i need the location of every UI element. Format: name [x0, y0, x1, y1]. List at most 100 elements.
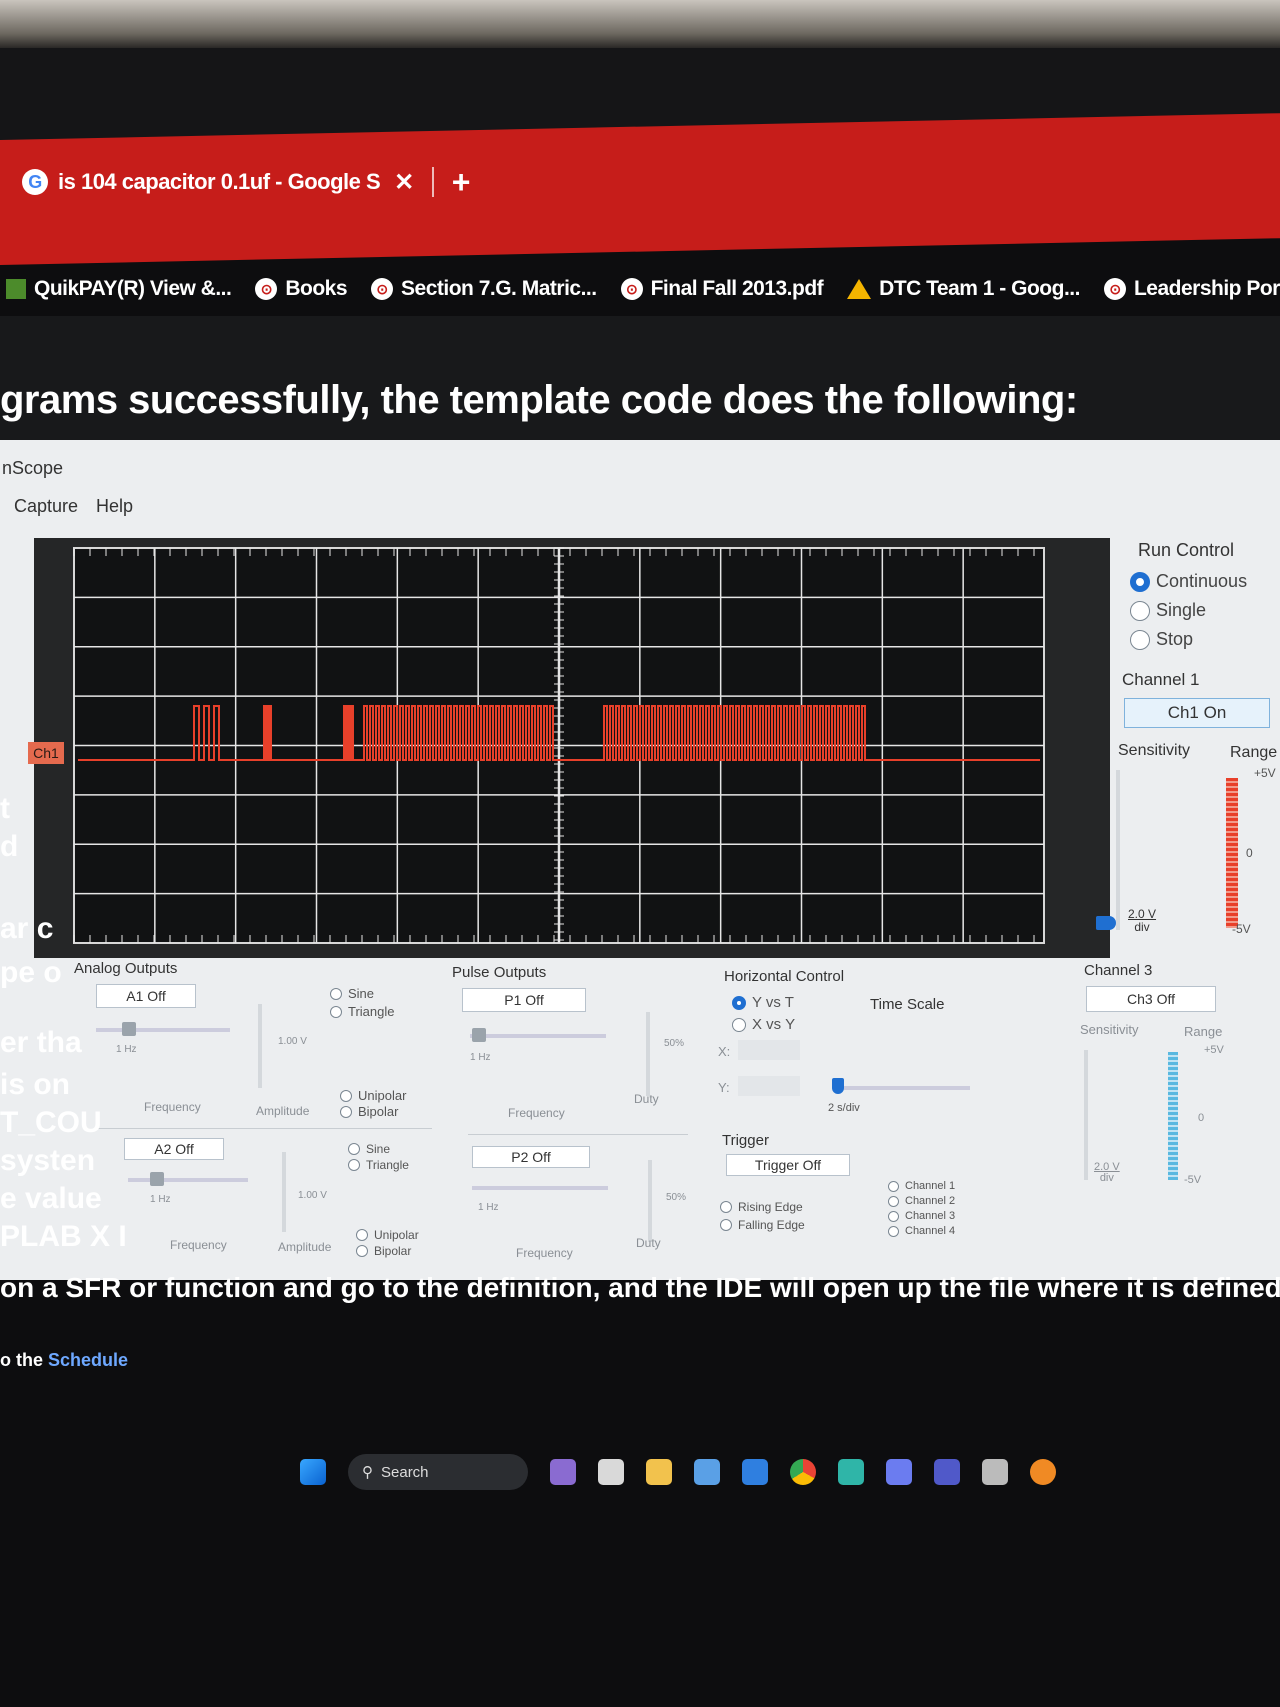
- radio-y-vs-t[interactable]: Y vs T: [732, 994, 794, 1011]
- bookmark-quikpay[interactable]: QuikPAY(R) View &...: [6, 277, 232, 301]
- p1-frequency-knob[interactable]: [472, 1028, 486, 1042]
- a2-frequency-slider[interactable]: [128, 1178, 248, 1182]
- radio-rising-edge[interactable]: Rising Edge: [720, 1200, 803, 1214]
- x-select[interactable]: [738, 1040, 800, 1060]
- ch1-sensitivity-slider[interactable]: [1116, 770, 1120, 930]
- run-control-panel: Run Control Continuous Single Stop: [1130, 540, 1280, 650]
- radio-trigger-channel4[interactable]: Channel 4: [888, 1225, 955, 1237]
- taskview-icon[interactable]: [598, 1459, 624, 1485]
- bookmark-final-fall[interactable]: ⊙ Final Fall 2013.pdf: [620, 277, 824, 301]
- store-icon[interactable]: [694, 1459, 720, 1485]
- a2-amplitude-slider[interactable]: [282, 1152, 286, 1232]
- schedule-link[interactable]: Schedule: [48, 1350, 128, 1370]
- new-tab-icon[interactable]: +: [452, 164, 471, 201]
- ch1-sensitivity-label: Sensitivity: [1118, 742, 1191, 759]
- radio-x-vs-y[interactable]: X vs Y: [732, 1016, 795, 1033]
- radio-single[interactable]: Single: [1130, 600, 1280, 621]
- copilot-icon[interactable]: [550, 1459, 576, 1485]
- radio-trigger-channel3[interactable]: Channel 3: [888, 1210, 955, 1222]
- bookmark-leadership-portal[interactable]: ⊙Leadership Portal: [1103, 277, 1280, 301]
- p2-off-button[interactable]: P2 Off: [472, 1146, 590, 1168]
- ch3-sensitivity-readout: 2.0 Vdiv: [1094, 1161, 1120, 1184]
- a1-frequency-knob[interactable]: [122, 1022, 136, 1036]
- taskbar: ⚲ Search: [300, 1440, 1200, 1504]
- ch1-marker[interactable]: Ch1: [28, 742, 64, 764]
- analog-divider: [96, 1128, 432, 1129]
- menu-capture[interactable]: Capture: [14, 496, 78, 517]
- bookmark-dtc-team[interactable]: DTC Team 1 - Goog...: [847, 277, 1080, 301]
- ch1-sensitivity-knob[interactable]: [1096, 916, 1116, 930]
- p1-duty-label: Duty: [634, 1092, 659, 1106]
- search-icon: ⚲: [362, 1464, 373, 1481]
- ch1-range-bar[interactable]: [1226, 778, 1238, 928]
- globe-icon: ⊙: [620, 278, 643, 300]
- radio-continuous[interactable]: Continuous: [1130, 571, 1280, 592]
- taskbar-search[interactable]: ⚲ Search: [348, 1454, 528, 1490]
- tab-separator: [431, 167, 434, 197]
- a1-radio-sine[interactable]: Sine: [330, 986, 374, 1001]
- a1-radio-triangle[interactable]: Triangle: [330, 1004, 394, 1019]
- menu-help[interactable]: Help: [96, 496, 133, 517]
- windows-start-icon[interactable]: [300, 1459, 326, 1485]
- app-icon-3[interactable]: [1030, 1459, 1056, 1485]
- a2-frequency-label: Frequency: [170, 1238, 227, 1252]
- mail-icon[interactable]: [742, 1459, 768, 1485]
- a2-radio-sine[interactable]: Sine: [348, 1142, 390, 1156]
- discord-icon[interactable]: [886, 1459, 912, 1485]
- a1-frequency-value: 1 Hz: [116, 1044, 137, 1055]
- p2-duty-slider[interactable]: [648, 1160, 652, 1242]
- teams-icon[interactable]: [934, 1459, 960, 1485]
- a1-frequency-slider[interactable]: [96, 1028, 230, 1032]
- ch3-range-bar[interactable]: [1168, 1052, 1178, 1180]
- ch1-on-button[interactable]: Ch1 On: [1124, 698, 1270, 728]
- page-text-line: on a SFR or function and go to the defin…: [0, 1272, 1280, 1303]
- p1-duty-slider[interactable]: [646, 1012, 650, 1096]
- time-scale-label: Time Scale: [870, 996, 945, 1013]
- a2-off-button[interactable]: A2 Off: [124, 1138, 224, 1160]
- tab-title: is 104 capacitor 0.1uf - Google S: [58, 169, 381, 194]
- a2-frequency-knob[interactable]: [150, 1172, 164, 1186]
- a2-radio-unipolar[interactable]: Unipolar: [356, 1228, 419, 1242]
- p1-off-button[interactable]: P1 Off: [462, 988, 586, 1012]
- p1-frequency-label: Frequency: [508, 1106, 565, 1120]
- radio-stop[interactable]: Stop: [1130, 629, 1280, 650]
- radio-trigger-channel2[interactable]: Channel 2: [888, 1195, 955, 1207]
- time-scale-slider[interactable]: [836, 1086, 970, 1090]
- close-tab-icon[interactable]: ✕: [394, 168, 414, 197]
- trigger-off-button[interactable]: Trigger Off: [726, 1154, 850, 1176]
- scope-grid: [73, 547, 1045, 944]
- a1-amplitude-slider[interactable]: [258, 1004, 262, 1088]
- app-icon[interactable]: [838, 1459, 864, 1485]
- radio-falling-edge[interactable]: Falling Edge: [720, 1218, 805, 1232]
- analog-outputs-title: Analog Outputs: [74, 960, 178, 977]
- a2-radio-bipolar[interactable]: Bipolar: [356, 1244, 411, 1258]
- pulse-outputs-title: Pulse Outputs: [452, 964, 547, 981]
- p2-duty-label: Duty: [636, 1236, 661, 1250]
- app-icon-2[interactable]: [982, 1459, 1008, 1485]
- bookmark-books[interactable]: ⊙ Books: [255, 277, 348, 301]
- app-title: nScope: [2, 458, 64, 478]
- ch3-off-button[interactable]: Ch3 Off: [1086, 986, 1216, 1012]
- a1-amplitude-label: Amplitude: [256, 1104, 310, 1118]
- p1-frequency-slider[interactable]: [470, 1034, 606, 1038]
- time-scale-knob[interactable]: [832, 1078, 844, 1094]
- a1-radio-unipolar[interactable]: Unipolar: [340, 1088, 406, 1103]
- menu-bar: Capture Help: [14, 496, 133, 517]
- bookmark-section-7g[interactable]: ⊙ Section 7.G. Matric...: [371, 277, 597, 301]
- ch3-sensitivity-slider[interactable]: [1084, 1050, 1088, 1180]
- file-explorer-icon[interactable]: [646, 1459, 672, 1485]
- p2-frequency-slider[interactable]: [472, 1186, 608, 1190]
- ch1-range-mid: 0: [1246, 846, 1253, 860]
- a1-off-button[interactable]: A1 Off: [96, 984, 196, 1008]
- y-select[interactable]: [738, 1076, 800, 1096]
- radio-trigger-channel1[interactable]: Channel 1: [888, 1180, 955, 1192]
- google-drive-icon: [847, 279, 872, 299]
- scope-display[interactable]: [34, 538, 1110, 958]
- browser-tab[interactable]: G is 104 capacitor 0.1uf - Google S ✕ +: [22, 160, 470, 204]
- chrome-icon[interactable]: [790, 1459, 816, 1485]
- a1-radio-bipolar[interactable]: Bipolar: [340, 1104, 398, 1119]
- y-select-label: Y:: [718, 1080, 730, 1095]
- a2-radio-triangle[interactable]: Triangle: [348, 1158, 409, 1172]
- channel1-title: Channel 1: [1122, 670, 1200, 689]
- bookmark-icon: [6, 279, 26, 299]
